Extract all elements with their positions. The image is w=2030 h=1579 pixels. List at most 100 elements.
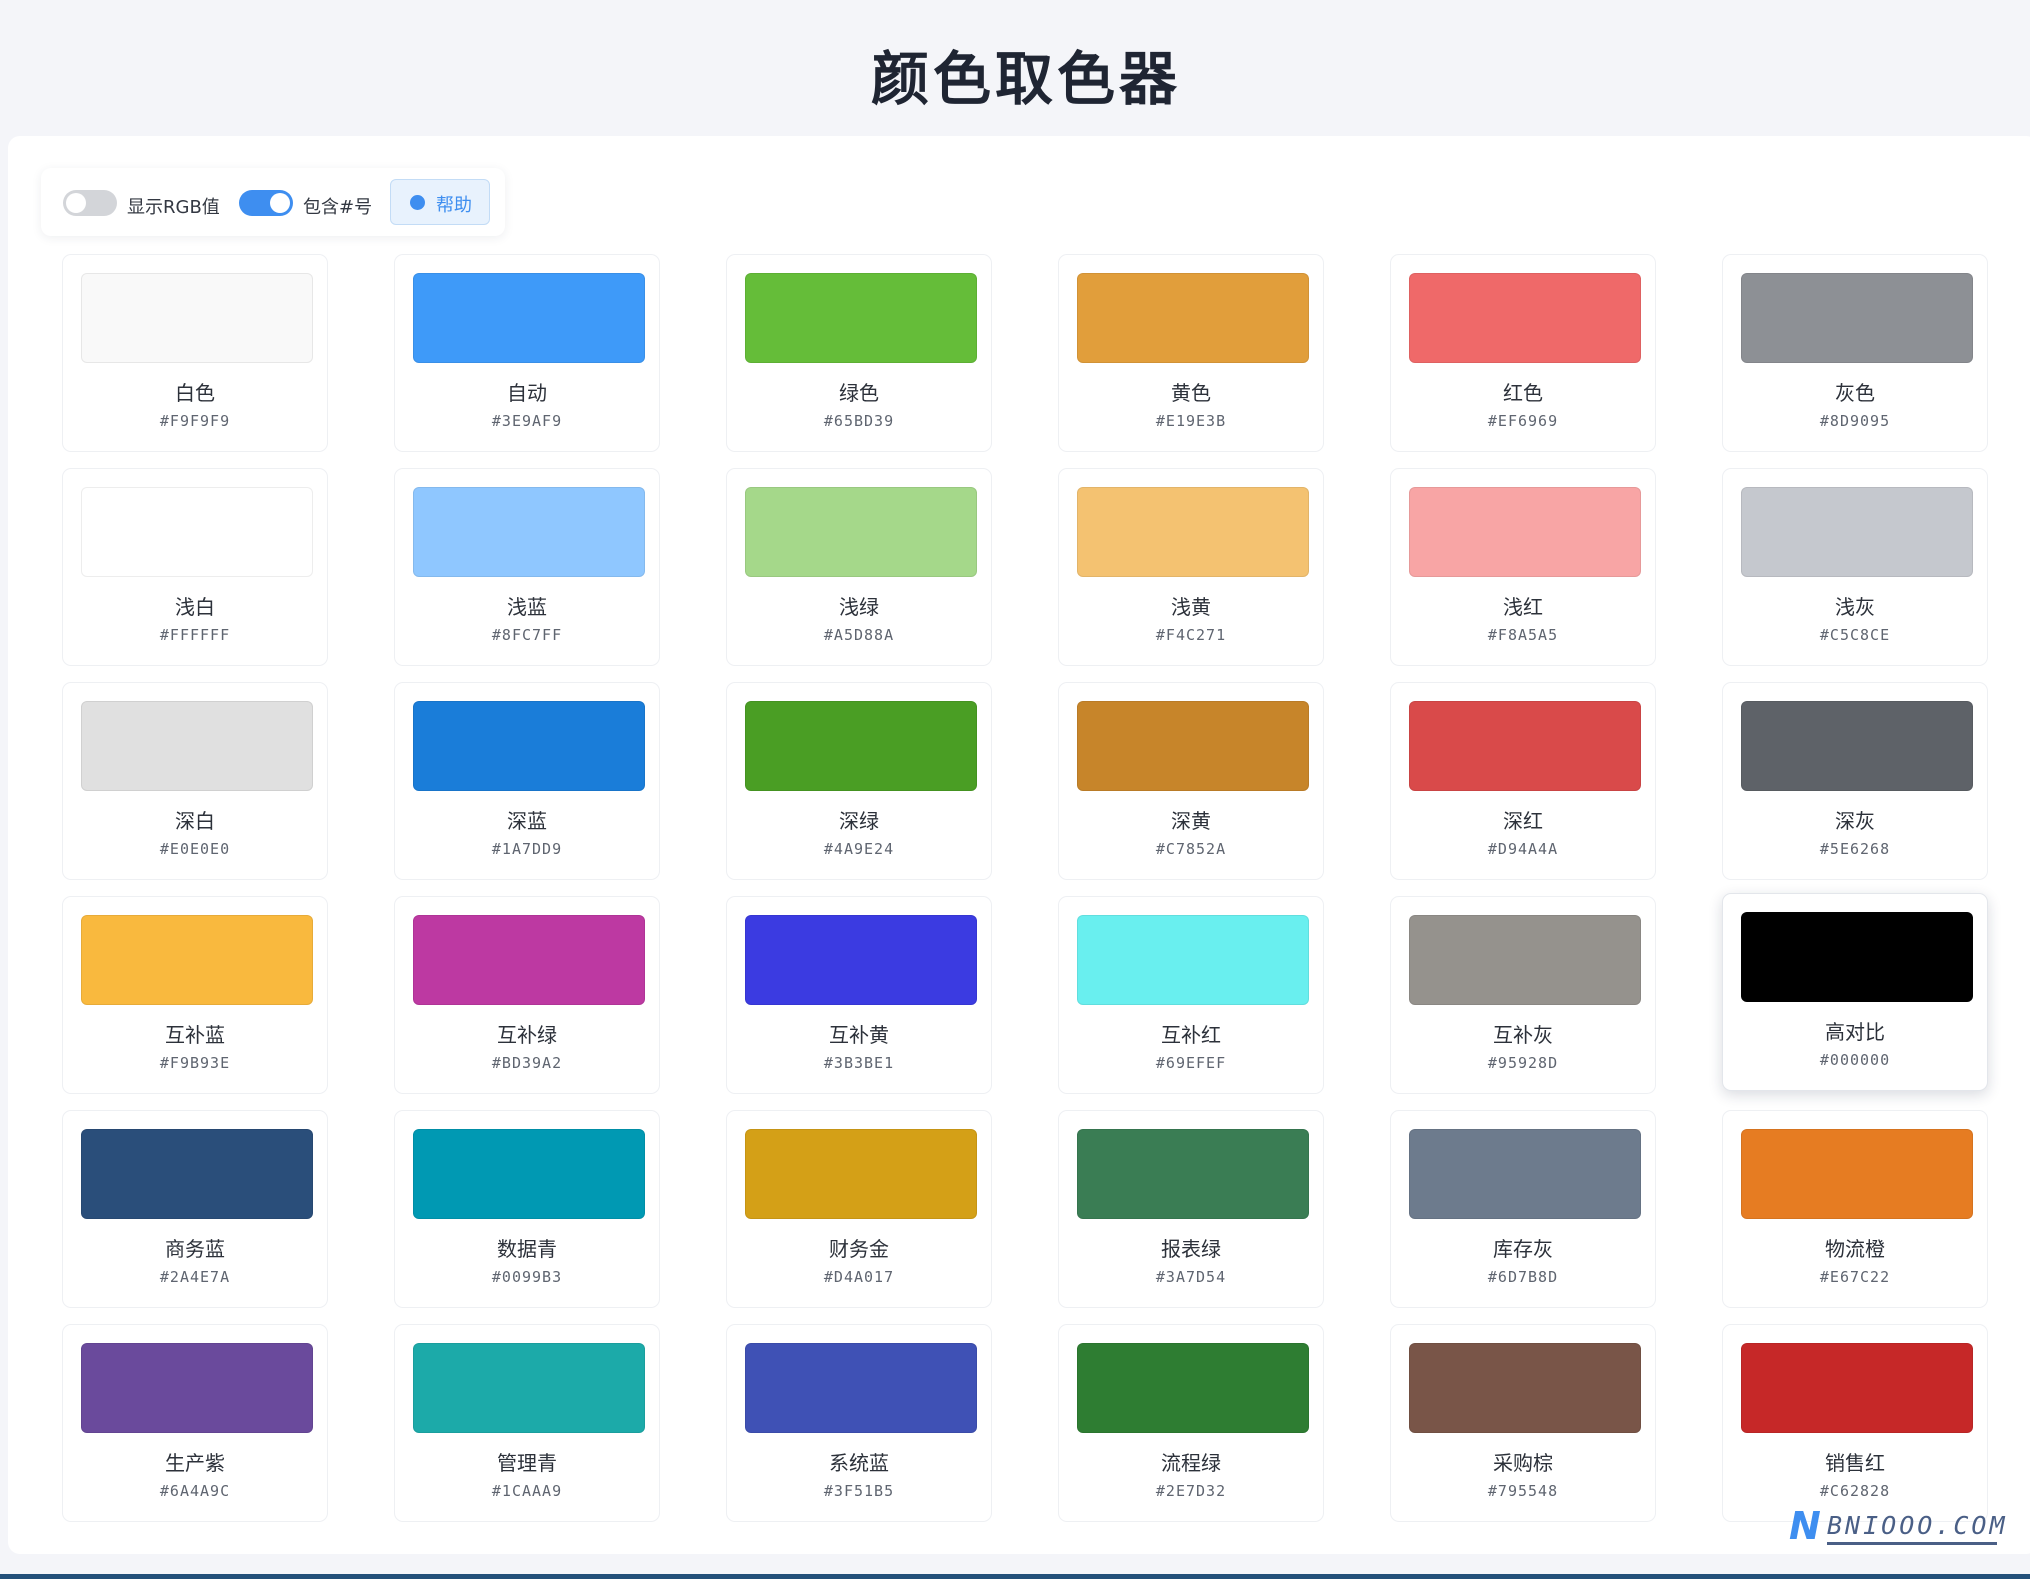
include-hash-toggle[interactable]: [239, 190, 293, 216]
color-swatch-card[interactable]: 互补绿 #BD39A2: [394, 896, 660, 1094]
color-swatch[interactable]: [1409, 273, 1641, 363]
color-swatch-card[interactable]: 深黄 #C7852A: [1058, 682, 1324, 880]
color-swatch-card[interactable]: 深蓝 #1A7DD9: [394, 682, 660, 880]
color-hex-code[interactable]: #4A9E24: [727, 840, 991, 858]
color-swatch[interactable]: [413, 487, 645, 577]
color-hex-code[interactable]: #F4C271: [1059, 626, 1323, 644]
color-hex-code[interactable]: #6D7B8D: [1391, 1268, 1655, 1286]
color-hex-code[interactable]: #C7852A: [1059, 840, 1323, 858]
color-swatch-card[interactable]: 流程绿 #2E7D32: [1058, 1324, 1324, 1522]
color-swatch[interactable]: [1409, 1343, 1641, 1433]
color-swatch[interactable]: [413, 915, 645, 1005]
color-swatch[interactable]: [745, 1343, 977, 1433]
color-swatch-card[interactable]: 浅绿 #A5D88A: [726, 468, 992, 666]
color-hex-code[interactable]: #1CAAA9: [395, 1482, 659, 1500]
color-swatch-card[interactable]: 深绿 #4A9E24: [726, 682, 992, 880]
color-swatch[interactable]: [1741, 273, 1973, 363]
color-swatch-card[interactable]: 自动 #3E9AF9: [394, 254, 660, 452]
color-hex-code[interactable]: #FFFFFF: [63, 626, 327, 644]
color-swatch[interactable]: [1077, 487, 1309, 577]
color-swatch-card[interactable]: 深白 #E0E0E0: [62, 682, 328, 880]
color-swatch[interactable]: [1409, 915, 1641, 1005]
color-swatch-card[interactable]: 系统蓝 #3F51B5: [726, 1324, 992, 1522]
color-hex-code[interactable]: #EF6969: [1391, 412, 1655, 430]
color-hex-code[interactable]: #F8A5A5: [1391, 626, 1655, 644]
color-swatch-card[interactable]: 采购棕 #795548: [1390, 1324, 1656, 1522]
color-hex-code[interactable]: #D4A017: [727, 1268, 991, 1286]
color-swatch[interactable]: [81, 487, 313, 577]
help-button[interactable]: 帮助: [390, 179, 490, 225]
color-swatch-card[interactable]: 深灰 #5E6268: [1722, 682, 1988, 880]
color-swatch-card[interactable]: 高对比 #000000: [1722, 893, 1988, 1091]
color-hex-code[interactable]: #2A4E7A: [63, 1268, 327, 1286]
color-swatch-card[interactable]: 黄色 #E19E3B: [1058, 254, 1324, 452]
color-hex-code[interactable]: #3B3BE1: [727, 1054, 991, 1072]
color-swatch[interactable]: [1409, 1129, 1641, 1219]
color-hex-code[interactable]: #BD39A2: [395, 1054, 659, 1072]
color-swatch-card[interactable]: 数据青 #0099B3: [394, 1110, 660, 1308]
color-swatch[interactable]: [745, 915, 977, 1005]
color-hex-code[interactable]: #3A7D54: [1059, 1268, 1323, 1286]
color-hex-code[interactable]: #A5D88A: [727, 626, 991, 644]
color-swatch-card[interactable]: 库存灰 #6D7B8D: [1390, 1110, 1656, 1308]
color-swatch[interactable]: [413, 1343, 645, 1433]
color-swatch[interactable]: [413, 1129, 645, 1219]
show-rgb-toggle[interactable]: [63, 190, 117, 216]
color-swatch-card[interactable]: 互补红 #69EFEF: [1058, 896, 1324, 1094]
color-hex-code[interactable]: #C62828: [1723, 1482, 1987, 1500]
color-hex-code[interactable]: #F9F9F9: [63, 412, 327, 430]
color-swatch[interactable]: [745, 273, 977, 363]
color-swatch[interactable]: [1077, 915, 1309, 1005]
color-swatch-card[interactable]: 灰色 #8D9095: [1722, 254, 1988, 452]
color-swatch-card[interactable]: 浅蓝 #8FC7FF: [394, 468, 660, 666]
color-hex-code[interactable]: #65BD39: [727, 412, 991, 430]
color-swatch-card[interactable]: 管理青 #1CAAA9: [394, 1324, 660, 1522]
color-swatch[interactable]: [1077, 1129, 1309, 1219]
color-swatch-card[interactable]: 销售红 #C62828: [1722, 1324, 1988, 1522]
color-hex-code[interactable]: #2E7D32: [1059, 1482, 1323, 1500]
color-swatch[interactable]: [745, 701, 977, 791]
color-swatch[interactable]: [745, 1129, 977, 1219]
color-hex-code[interactable]: #E0E0E0: [63, 840, 327, 858]
color-swatch-card[interactable]: 互补灰 #95928D: [1390, 896, 1656, 1094]
color-swatch-card[interactable]: 报表绿 #3A7D54: [1058, 1110, 1324, 1308]
color-hex-code[interactable]: #795548: [1391, 1482, 1655, 1500]
color-swatch[interactable]: [1077, 1343, 1309, 1433]
color-swatch-card[interactable]: 生产紫 #6A4A9C: [62, 1324, 328, 1522]
color-hex-code[interactable]: #0099B3: [395, 1268, 659, 1286]
color-swatch-card[interactable]: 互补蓝 #F9B93E: [62, 896, 328, 1094]
color-hex-code[interactable]: #69EFEF: [1059, 1054, 1323, 1072]
color-hex-code[interactable]: #1A7DD9: [395, 840, 659, 858]
color-swatch[interactable]: [1741, 1343, 1973, 1433]
color-hex-code[interactable]: #F9B93E: [63, 1054, 327, 1072]
color-swatch[interactable]: [1741, 912, 1973, 1002]
color-swatch-card[interactable]: 互补黄 #3B3BE1: [726, 896, 992, 1094]
color-swatch-card[interactable]: 白色 #F9F9F9: [62, 254, 328, 452]
color-swatch[interactable]: [81, 915, 313, 1005]
color-swatch[interactable]: [1741, 701, 1973, 791]
color-swatch[interactable]: [1741, 487, 1973, 577]
color-swatch[interactable]: [1409, 701, 1641, 791]
color-hex-code[interactable]: #E67C22: [1723, 1268, 1987, 1286]
color-hex-code[interactable]: #D94A4A: [1391, 840, 1655, 858]
color-swatch[interactable]: [1077, 273, 1309, 363]
color-swatch[interactable]: [1741, 1129, 1973, 1219]
color-swatch-card[interactable]: 绿色 #65BD39: [726, 254, 992, 452]
color-swatch-card[interactable]: 红色 #EF6969: [1390, 254, 1656, 452]
color-swatch[interactable]: [81, 273, 313, 363]
color-swatch[interactable]: [81, 701, 313, 791]
color-swatch[interactable]: [1077, 701, 1309, 791]
color-swatch-card[interactable]: 商务蓝 #2A4E7A: [62, 1110, 328, 1308]
color-hex-code[interactable]: #3E9AF9: [395, 412, 659, 430]
color-swatch[interactable]: [745, 487, 977, 577]
color-hex-code[interactable]: #5E6268: [1723, 840, 1987, 858]
color-swatch[interactable]: [81, 1129, 313, 1219]
color-hex-code[interactable]: #3F51B5: [727, 1482, 991, 1500]
color-hex-code[interactable]: #8FC7FF: [395, 626, 659, 644]
color-swatch-card[interactable]: 财务金 #D4A017: [726, 1110, 992, 1308]
color-swatch-card[interactable]: 浅白 #FFFFFF: [62, 468, 328, 666]
color-hex-code[interactable]: #95928D: [1391, 1054, 1655, 1072]
color-swatch-card[interactable]: 深红 #D94A4A: [1390, 682, 1656, 880]
color-hex-code[interactable]: #8D9095: [1723, 412, 1987, 430]
color-swatch-card[interactable]: 物流橙 #E67C22: [1722, 1110, 1988, 1308]
